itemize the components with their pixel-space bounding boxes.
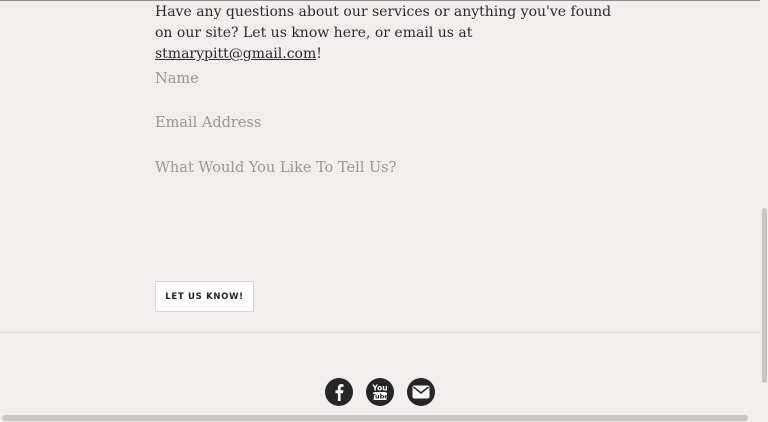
vertical-scrollbar-thumb[interactable] (762, 208, 767, 383)
svg-text:You: You (371, 384, 387, 393)
email-social-link[interactable] (407, 378, 435, 406)
email-link[interactable]: stmarypitt@gmail.com (155, 46, 316, 62)
email-input[interactable] (155, 114, 615, 132)
let-us-know-button[interactable]: LET US KNOW! (155, 281, 254, 312)
top-divider (0, 0, 768, 1)
contact-page: Have any questions about our services or… (0, 0, 768, 422)
intro-paragraph: Have any questions about our services or… (155, 2, 615, 65)
youtube-link[interactable]: You Tube (366, 378, 394, 406)
facebook-link[interactable] (325, 378, 353, 406)
facebook-icon (332, 383, 346, 401)
name-input[interactable] (155, 70, 615, 88)
svg-text:Tube: Tube (371, 393, 389, 401)
footer-divider (0, 332, 760, 333)
email-icon (412, 385, 430, 399)
youtube-icon: You Tube (370, 382, 390, 402)
message-textarea[interactable] (155, 160, 615, 260)
horizontal-scrollbar-thumb[interactable] (2, 415, 748, 421)
intro-suffix: ! (316, 46, 322, 62)
intro-text: Have any questions about our services or… (155, 4, 612, 41)
